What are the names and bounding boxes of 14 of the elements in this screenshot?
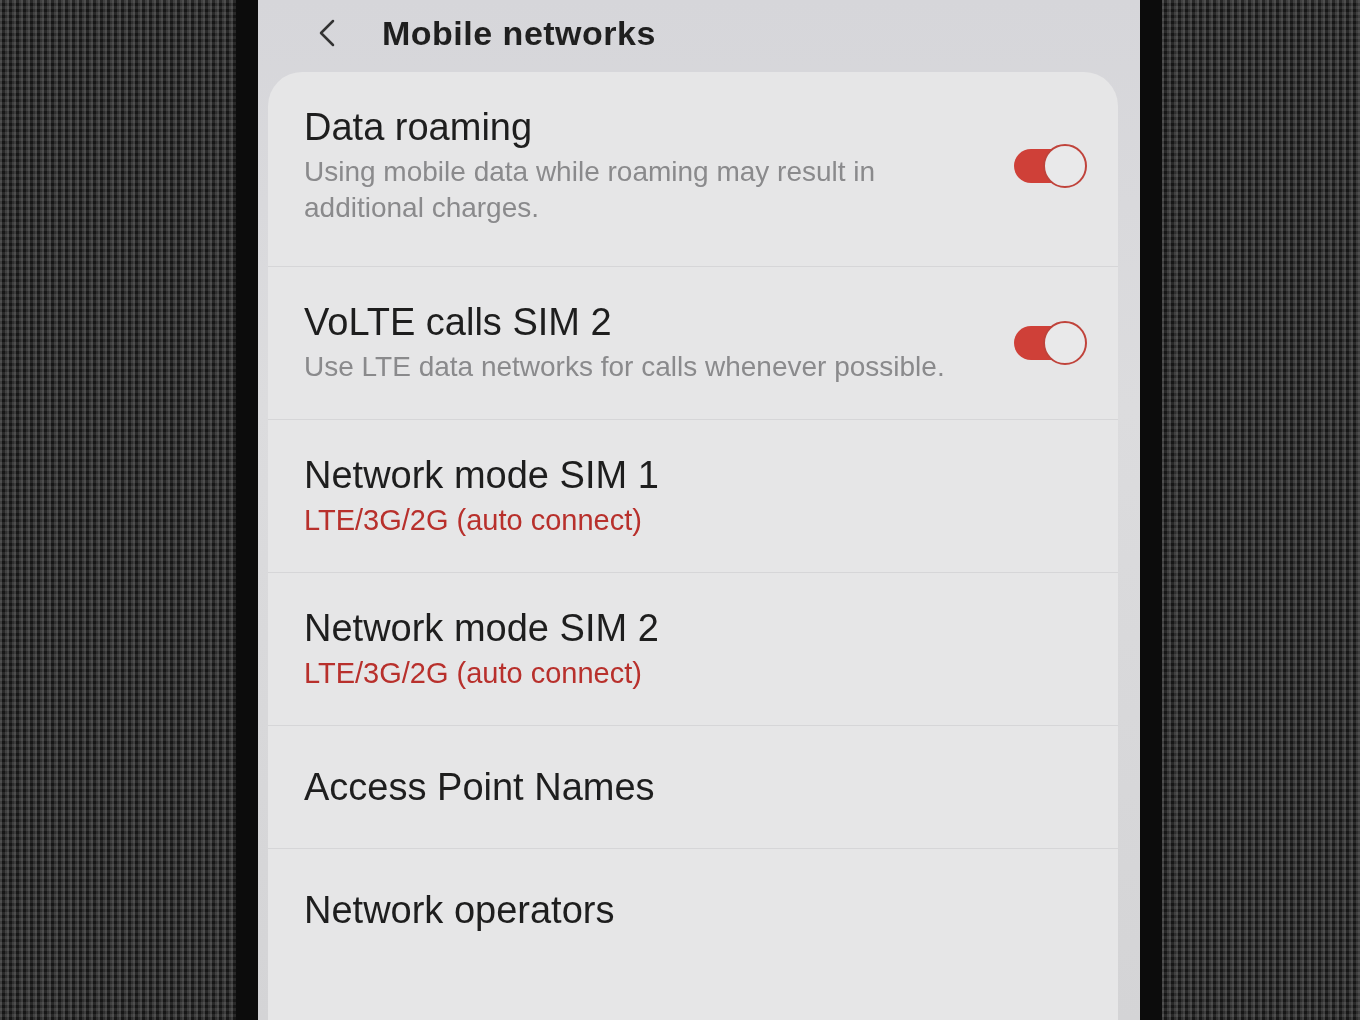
setting-title[interactable]: Network operators (304, 889, 615, 931)
setting-title[interactable]: Network mode SIM 1 (304, 454, 659, 496)
setting-title: VoLTE calls SIM 2 (304, 301, 612, 343)
setting-description: Use LTE data networks for calls whenever possible. (304, 350, 945, 384)
back-icon[interactable] (318, 19, 336, 47)
setting-title: Data roaming (304, 106, 533, 148)
setting-description: Using mobile data while roaming may result in additional charges. (304, 155, 877, 225)
screen-title: Mobile networks (382, 13, 656, 53)
setting-value: LTE/3G/2G (auto connect) (304, 656, 642, 691)
setting-value: LTE/3G/2G (auto connect) (304, 503, 642, 538)
toggle-switch[interactable] (1012, 143, 1088, 189)
setting-title[interactable]: Access Point Names (304, 766, 655, 808)
setting-title[interactable]: Network mode SIM 2 (304, 607, 659, 649)
toggle-switch[interactable] (1012, 320, 1088, 366)
